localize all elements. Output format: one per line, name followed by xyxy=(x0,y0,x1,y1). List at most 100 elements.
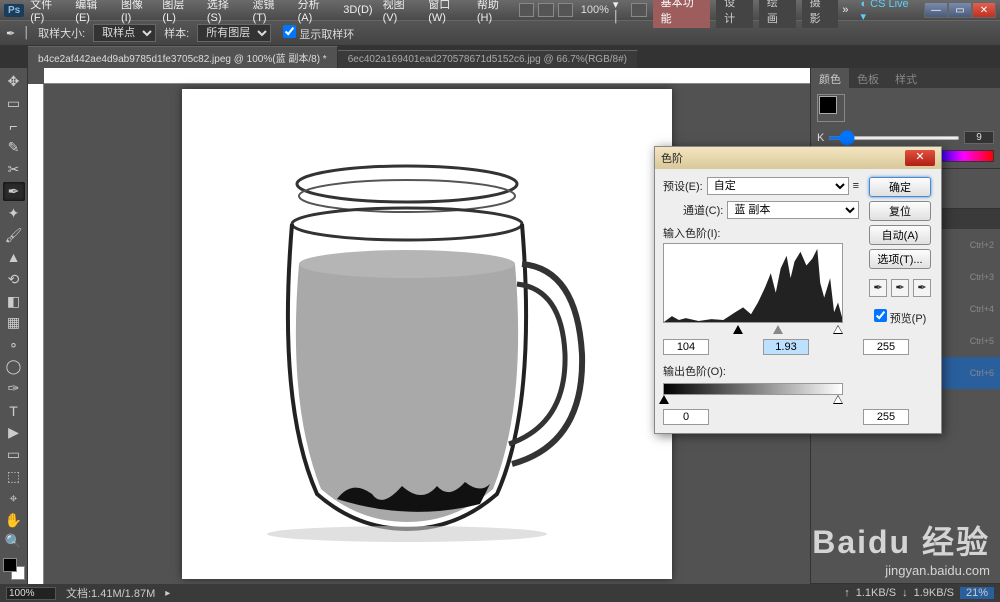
view-extras-icon[interactable] xyxy=(558,3,573,17)
path-select-tool[interactable]: ▶ xyxy=(3,423,25,443)
screen-mode-icon[interactable] xyxy=(631,3,646,17)
window-close-button[interactable]: ✕ xyxy=(972,2,996,18)
quick-select-tool[interactable]: ✎ xyxy=(3,138,25,158)
color-panel-swatch[interactable] xyxy=(817,94,845,122)
k-slider[interactable] xyxy=(828,136,960,140)
workspace-painting[interactable]: 绘画 xyxy=(759,0,796,28)
dialog-close-button[interactable]: ✕ xyxy=(905,150,935,166)
menu-layer[interactable]: 图层(L) xyxy=(158,0,200,26)
dialog-title: 色阶 xyxy=(661,150,683,166)
black-eyedropper-icon[interactable]: ✒ xyxy=(869,279,887,297)
dodge-tool[interactable]: ◯ xyxy=(3,357,25,377)
options-button[interactable]: 选项(T)... xyxy=(869,249,931,269)
main-menu-bar: Ps 文件(F) 编辑(E) 图像(I) 图层(L) 选择(S) 滤镜(T) 分… xyxy=(0,0,1000,20)
menu-view[interactable]: 视图(V) xyxy=(379,0,423,26)
hand-tool[interactable]: ✋ xyxy=(3,510,25,530)
channel-shortcut: Ctrl+5 xyxy=(970,336,994,346)
dialog-titlebar[interactable]: 色阶 ✕ xyxy=(655,147,941,169)
healing-brush-tool[interactable]: ✦ xyxy=(3,203,25,223)
zoom-input[interactable] xyxy=(6,587,56,600)
shape-tool[interactable]: ▭ xyxy=(3,444,25,464)
foreground-background-colors[interactable] xyxy=(3,558,25,580)
sample-size-select[interactable]: 取样点 xyxy=(93,24,156,42)
net-up-icon: ↑ xyxy=(844,587,850,599)
menu-file[interactable]: 文件(F) xyxy=(26,0,69,26)
auto-button[interactable]: 自动(A) xyxy=(869,225,931,245)
workspace-essentials[interactable]: 基本功能 xyxy=(653,0,710,28)
toolbox: ✥ ▭ ⌐ ✎ ✂ ✒ ✦ 🖌 ▲ ⟲ ◧ ▦ ∘ ◯ ✑ T ▶ ▭ ⬚ ⌖ … xyxy=(0,68,28,584)
output-sliders[interactable] xyxy=(663,395,843,405)
output-white-slider[interactable] xyxy=(833,395,843,404)
swatches-panel-tab[interactable]: 色板 xyxy=(849,68,887,88)
document-tab-active[interactable]: b4ce2af442ae4d9ab9785d1fe3705c82.jpeg @ … xyxy=(28,46,338,68)
window-maximize-button[interactable]: ▭ xyxy=(948,2,972,18)
channel-shortcut: Ctrl+3 xyxy=(970,272,994,282)
gradient-tool[interactable]: ▦ xyxy=(3,313,25,333)
menu-select[interactable]: 选择(S) xyxy=(203,0,247,26)
k-value-input[interactable] xyxy=(964,131,994,144)
levels-dialog: 色阶 ✕ 预设(E): 自定 ≡ 通道(C): 蓝 副本 输入色阶(I): xyxy=(654,146,942,434)
channel-shortcut: Ctrl+6 xyxy=(970,368,994,378)
menu-edit[interactable]: 编辑(E) xyxy=(71,0,115,26)
launch-minibridge-icon[interactable] xyxy=(538,3,553,17)
3d-tool[interactable]: ⬚ xyxy=(3,466,25,486)
current-tool-icon: ✒ xyxy=(6,27,15,40)
net-down-icon: ↓ xyxy=(902,587,908,599)
menu-3d[interactable]: 3D(D) xyxy=(339,2,376,18)
cancel-button[interactable]: 复位 xyxy=(869,201,931,221)
marquee-tool[interactable]: ▭ xyxy=(3,94,25,114)
menu-filter[interactable]: 滤镜(T) xyxy=(249,0,292,26)
output-black-slider[interactable] xyxy=(659,395,669,404)
cs-live-button[interactable]: ◐ CS Live ▾ xyxy=(860,0,914,23)
menu-analysis[interactable]: 分析(A) xyxy=(294,0,338,26)
sample-size-label: 取样大小: xyxy=(38,25,85,41)
app-logo: Ps xyxy=(4,4,24,17)
window-minimize-button[interactable]: ― xyxy=(924,2,948,18)
preview-checkbox[interactable]: 预览(P) xyxy=(874,309,927,326)
input-sliders[interactable] xyxy=(663,325,843,335)
preset-menu-icon[interactable]: ≡ xyxy=(853,180,859,192)
menu-window[interactable]: 窗口(W) xyxy=(424,0,471,26)
show-ring-checkbox[interactable]: 显示取样环 xyxy=(279,25,354,42)
color-panel-tab[interactable]: 颜色 xyxy=(811,68,849,88)
crop-tool[interactable]: ✂ xyxy=(3,160,25,180)
zoom-level[interactable]: 100% xyxy=(581,4,609,16)
input-levels-label: 输入色阶(I): xyxy=(663,225,859,241)
preset-select[interactable]: 自定 xyxy=(707,177,849,195)
workspace-design[interactable]: 设计 xyxy=(716,0,753,28)
workspace-photography[interactable]: 摄影 xyxy=(802,0,839,28)
clone-stamp-tool[interactable]: ▲ xyxy=(3,247,25,267)
output-gradient[interactable] xyxy=(663,383,843,395)
type-tool[interactable]: T xyxy=(3,401,25,421)
white-eyedropper-icon[interactable]: ✒ xyxy=(913,279,931,297)
menu-image[interactable]: 图像(I) xyxy=(117,0,156,26)
3d-camera-tool[interactable]: ⌖ xyxy=(3,488,25,508)
shadow-input[interactable] xyxy=(663,339,709,355)
lasso-tool[interactable]: ⌐ xyxy=(3,116,25,136)
highlight-slider[interactable] xyxy=(833,325,843,334)
brush-tool[interactable]: 🖌 xyxy=(3,225,25,245)
document-canvas[interactable] xyxy=(182,89,672,579)
zoom-tool[interactable]: 🔍 xyxy=(3,532,25,552)
eyedropper-tool[interactable]: ✒ xyxy=(3,182,25,202)
styles-panel-tab[interactable]: 样式 xyxy=(887,68,925,88)
sample-layers-select[interactable]: 所有图层 xyxy=(197,24,271,42)
midtone-input[interactable] xyxy=(763,339,809,355)
shadow-slider[interactable] xyxy=(733,325,743,334)
preset-label: 预设(E): xyxy=(663,178,703,194)
channel-select[interactable]: 蓝 副本 xyxy=(727,201,859,219)
gray-eyedropper-icon[interactable]: ✒ xyxy=(891,279,909,297)
eraser-tool[interactable]: ◧ xyxy=(3,291,25,311)
move-tool[interactable]: ✥ xyxy=(3,72,25,92)
launch-bridge-icon[interactable] xyxy=(519,3,534,17)
document-tab-inactive[interactable]: 6ec402a169401ead270578671d5152c6.jpg @ 6… xyxy=(338,50,638,68)
net-down-speed: 1.9KB/S xyxy=(914,587,954,599)
history-brush-tool[interactable]: ⟲ xyxy=(3,269,25,289)
pen-tool[interactable]: ✑ xyxy=(3,379,25,399)
menu-help[interactable]: 帮助(H) xyxy=(473,0,517,26)
blur-tool[interactable]: ∘ xyxy=(3,335,25,355)
channel-label: 通道(C): xyxy=(683,202,723,218)
ok-button[interactable]: 确定 xyxy=(869,177,931,197)
midtone-slider[interactable] xyxy=(773,325,783,334)
output-low-input[interactable] xyxy=(663,409,709,425)
